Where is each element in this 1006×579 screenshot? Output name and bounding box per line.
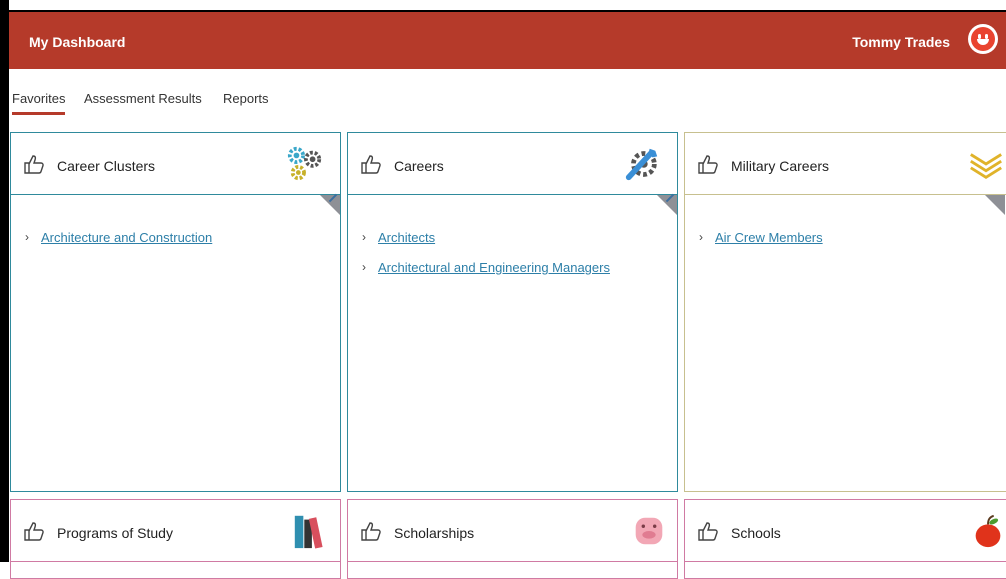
thumbs-up-icon[interactable] bbox=[360, 154, 382, 174]
card-military-careers: Military Careers › Air Crew Members bbox=[684, 132, 1006, 492]
card-header: Programs of Study bbox=[11, 500, 340, 562]
gears-icon bbox=[287, 146, 322, 181]
smiley-face-icon bbox=[971, 27, 995, 51]
dashboard-header: My Dashboard Tommy Trades bbox=[9, 12, 1006, 69]
card-header: Career Clusters bbox=[11, 133, 340, 195]
thumbs-up-icon[interactable] bbox=[360, 521, 382, 541]
card-title: Programs of Study bbox=[57, 525, 173, 541]
card-title: Military Careers bbox=[731, 158, 830, 174]
card-title: Careers bbox=[394, 158, 444, 174]
apple-icon bbox=[975, 514, 1001, 548]
card-programs-of-study: Programs of Study bbox=[10, 499, 341, 579]
card-header: Military Careers bbox=[685, 133, 1006, 195]
thumbs-up-icon[interactable] bbox=[23, 521, 45, 541]
chevron-rank-icon bbox=[970, 153, 1002, 179]
favorite-link[interactable]: Architecture and Construction bbox=[41, 230, 212, 245]
chevron-right-icon: › bbox=[25, 230, 29, 244]
card-header: Schools bbox=[685, 500, 1006, 562]
tab-favorites[interactable]: Favorites bbox=[12, 91, 66, 115]
favorite-link[interactable]: Air Crew Members bbox=[715, 230, 823, 245]
card-header: Scholarships bbox=[348, 500, 677, 562]
card-title: Scholarships bbox=[394, 525, 475, 541]
card-schools: Schools bbox=[684, 499, 1006, 579]
avatar[interactable] bbox=[968, 24, 998, 54]
wrench-gear-icon bbox=[625, 148, 658, 181]
chevron-right-icon: › bbox=[362, 260, 366, 274]
thumbs-up-icon[interactable] bbox=[23, 154, 45, 174]
tab-assessment-results[interactable]: Assessment Results bbox=[84, 91, 202, 106]
card-careers: Careers › Architects › Architectural and… bbox=[347, 132, 678, 492]
page-title: My Dashboard bbox=[29, 34, 126, 50]
thumbs-up-icon[interactable] bbox=[697, 521, 719, 541]
thumbs-up-icon[interactable] bbox=[697, 154, 719, 174]
tab-reports[interactable]: Reports bbox=[223, 91, 269, 106]
favorite-link[interactable]: Architectural and Engineering Managers bbox=[378, 260, 610, 275]
card-title: Career Clusters bbox=[57, 158, 156, 174]
card-scholarships: Scholarships bbox=[347, 499, 678, 579]
favorite-link[interactable]: Architects bbox=[378, 230, 435, 245]
books-icon bbox=[294, 515, 323, 549]
edit-corner[interactable] bbox=[985, 195, 1005, 215]
user-name[interactable]: Tommy Trades bbox=[852, 34, 950, 50]
window-left-border bbox=[0, 0, 9, 562]
chevron-right-icon: › bbox=[699, 230, 703, 244]
card-career-clusters: Career Clusters › Architecture and Const… bbox=[10, 132, 341, 492]
card-title: Schools bbox=[731, 525, 781, 541]
piggy-bank-icon bbox=[635, 517, 663, 545]
chevron-right-icon: › bbox=[362, 230, 366, 244]
card-header: Careers bbox=[348, 133, 677, 195]
